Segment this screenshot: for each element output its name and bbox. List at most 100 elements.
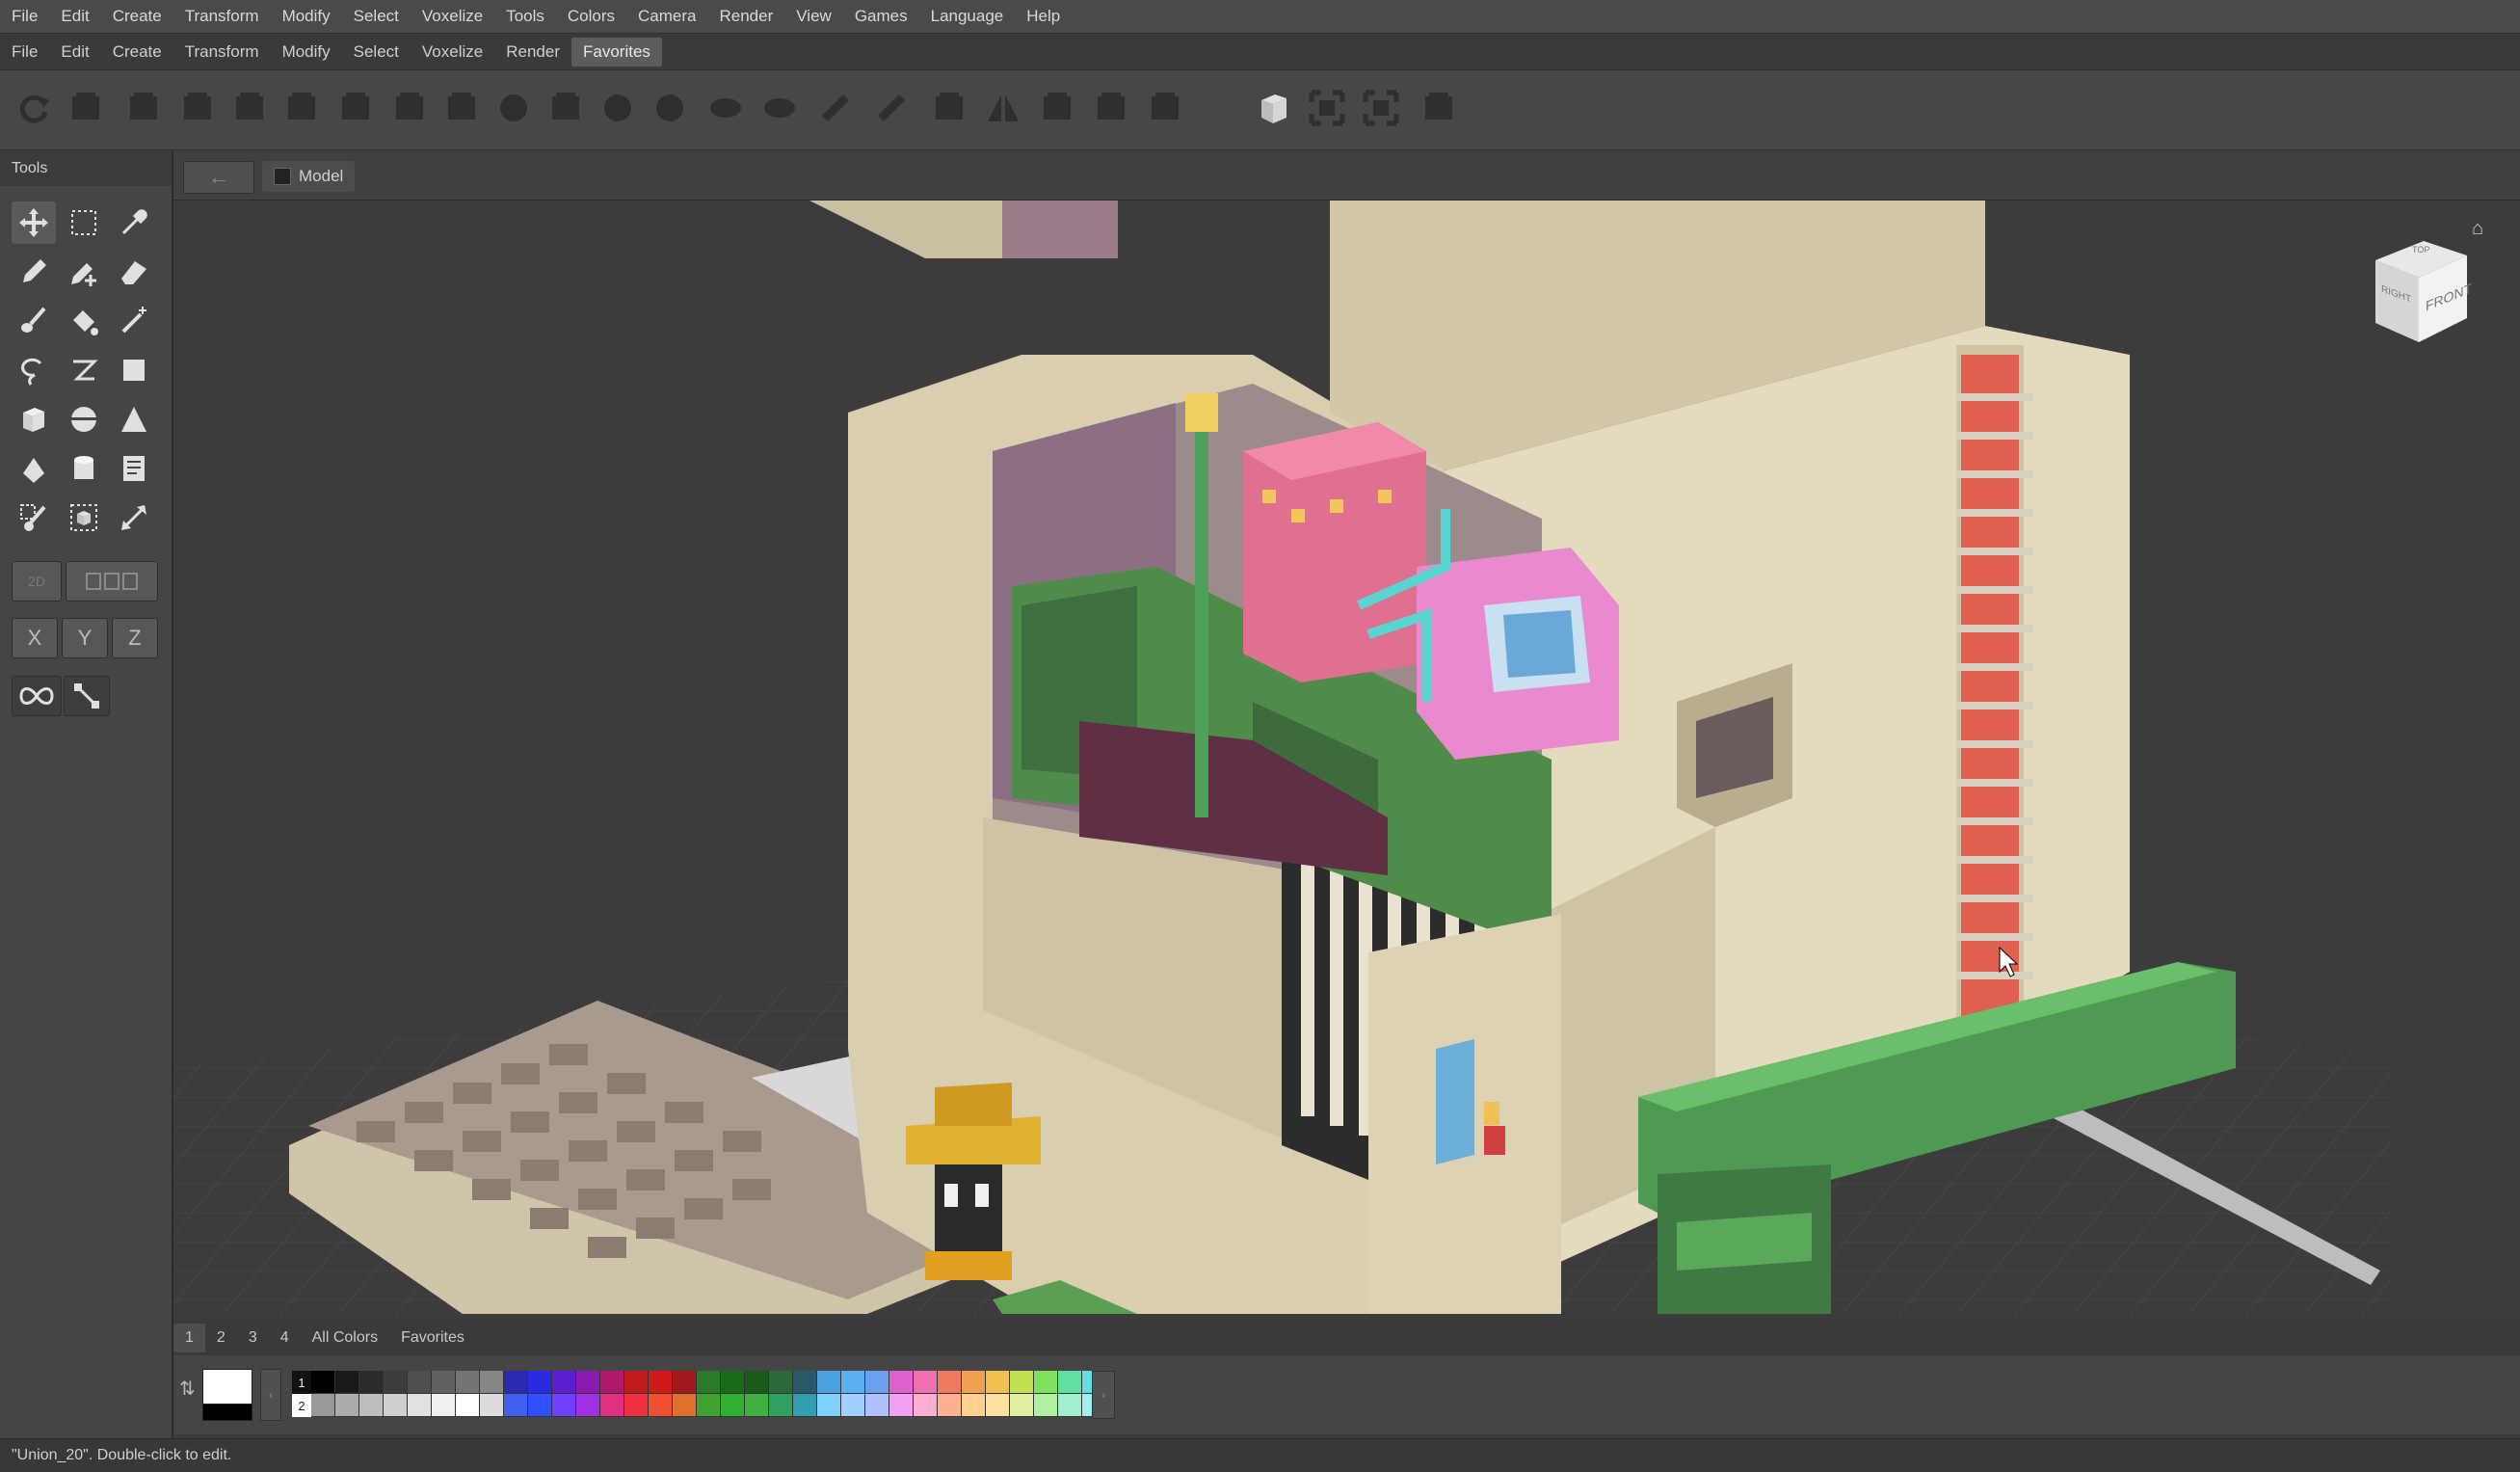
- expand-icon[interactable]: [1361, 88, 1401, 128]
- palette-swatch[interactable]: [408, 1394, 432, 1417]
- sphere-icon[interactable]: [62, 398, 106, 441]
- polyline-icon[interactable]: [62, 349, 106, 391]
- palette-swatch[interactable]: [528, 1394, 552, 1417]
- menu-language[interactable]: Language: [919, 0, 1016, 33]
- palette-swatch[interactable]: [889, 1394, 914, 1417]
- scale-arrows-icon[interactable]: [112, 496, 156, 539]
- rectangle-icon[interactable]: [112, 349, 156, 391]
- palette-swatch[interactable]: [1010, 1394, 1034, 1417]
- infinity-toggle-button[interactable]: [12, 676, 62, 716]
- view-navigation-cube[interactable]: TOP RIGHT FRONT: [2356, 222, 2491, 357]
- palette-swatch[interactable]: [865, 1371, 889, 1394]
- paint-bucket-icon[interactable]: [62, 300, 106, 342]
- fit-icon[interactable]: [1307, 88, 1347, 128]
- palette-tab-4[interactable]: 4: [269, 1324, 301, 1352]
- palette-swatch[interactable]: [649, 1394, 673, 1417]
- favorites-menu-render[interactable]: Render: [494, 38, 571, 67]
- menu-colors[interactable]: Colors: [556, 0, 626, 33]
- tab-model[interactable]: Model: [262, 161, 356, 192]
- palette-swatch[interactable]: [1034, 1371, 1058, 1394]
- palette-swatch[interactable]: [673, 1394, 697, 1417]
- box-select-icon[interactable]: [62, 496, 106, 539]
- paint-brush-icon[interactable]: [12, 300, 56, 342]
- palette-swatch[interactable]: [793, 1394, 817, 1417]
- palette-swatch[interactable]: [673, 1371, 697, 1394]
- favorites-menu-select[interactable]: Select: [342, 38, 411, 67]
- palette-swatch[interactable]: [504, 1371, 528, 1394]
- ellipse-1-icon[interactable]: [705, 88, 746, 128]
- square-icon[interactable]: [929, 88, 969, 128]
- palette-swatch[interactable]: [335, 1371, 359, 1394]
- back-button[interactable]: ←: [183, 161, 254, 194]
- split-icon[interactable]: [1091, 88, 1131, 128]
- home-view-icon[interactable]: ⌂: [2472, 218, 2495, 241]
- palette-swatch[interactable]: [624, 1371, 649, 1394]
- palette-swatch[interactable]: [865, 1394, 889, 1417]
- menu-file[interactable]: File: [0, 0, 49, 33]
- palette-swatch[interactable]: [528, 1371, 552, 1394]
- palette-tab-all-colors[interactable]: All Colors: [301, 1324, 389, 1352]
- palette-swatch[interactable]: [721, 1394, 745, 1417]
- favorites-menu-create[interactable]: Create: [101, 38, 173, 67]
- box-3d-icon[interactable]: [1253, 88, 1293, 128]
- eyedropper-icon[interactable]: [112, 201, 156, 244]
- palette-swatch[interactable]: [480, 1394, 504, 1417]
- lasso-icon[interactable]: [12, 349, 56, 391]
- palette-swatch[interactable]: [889, 1371, 914, 1394]
- palette-swatch[interactable]: [456, 1394, 480, 1417]
- align-2-icon[interactable]: [229, 88, 270, 128]
- menu-games[interactable]: Games: [843, 0, 919, 33]
- favorites-menu-modify[interactable]: Modify: [271, 38, 342, 67]
- palette-swatch[interactable]: [914, 1394, 938, 1417]
- palette-swatch[interactable]: [1010, 1371, 1034, 1394]
- primary-color-swatch[interactable]: [202, 1369, 252, 1405]
- menu-modify[interactable]: Modify: [271, 0, 342, 33]
- stack-icon[interactable]: [1037, 88, 1077, 128]
- cube-icon[interactable]: [12, 398, 56, 441]
- palette-swatch[interactable]: [938, 1371, 962, 1394]
- palette-swatch[interactable]: [432, 1371, 456, 1394]
- palette-swatch[interactable]: [552, 1394, 576, 1417]
- palette-swatch[interactable]: [600, 1371, 624, 1394]
- palette-swatch[interactable]: [745, 1371, 769, 1394]
- brush-select-icon[interactable]: [12, 496, 56, 539]
- palette-swatch[interactable]: [576, 1394, 600, 1417]
- palette-swatch[interactable]: [769, 1371, 793, 1394]
- menu-camera[interactable]: Camera: [626, 0, 707, 33]
- favorites-menu-favorites[interactable]: Favorites: [570, 38, 662, 67]
- circle-3-icon[interactable]: [650, 88, 690, 128]
- palette-swatch[interactable]: [721, 1371, 745, 1394]
- palette-swatch[interactable]: [841, 1371, 865, 1394]
- palette-swatch[interactable]: [769, 1394, 793, 1417]
- frame-icon[interactable]: [123, 88, 164, 128]
- menu-transform[interactable]: Transform: [173, 0, 271, 33]
- palette-swatch[interactable]: [1058, 1394, 1082, 1417]
- palette-swatch[interactable]: [817, 1394, 841, 1417]
- palette-swatch[interactable]: [697, 1394, 721, 1417]
- palette-swatch[interactable]: [793, 1371, 817, 1394]
- palette-swatch[interactable]: [408, 1371, 432, 1394]
- palette-swatch[interactable]: [986, 1371, 1010, 1394]
- palette-swatch[interactable]: [552, 1371, 576, 1394]
- palette-swatch[interactable]: [432, 1394, 456, 1417]
- paste-1-icon[interactable]: [335, 88, 376, 128]
- marquee-select-icon[interactable]: [62, 201, 106, 244]
- menu-view[interactable]: View: [784, 0, 843, 33]
- combine-icon[interactable]: [545, 88, 586, 128]
- palette-tab-2[interactable]: 2: [205, 1324, 237, 1352]
- palette-swatch[interactable]: [962, 1371, 986, 1394]
- eraser-icon[interactable]: [112, 251, 156, 293]
- circle-2-icon[interactable]: [597, 88, 638, 128]
- ruler-icon[interactable]: [871, 88, 912, 128]
- palette-swatch[interactable]: [986, 1394, 1010, 1417]
- palette-scroll-left[interactable]: ‹: [260, 1369, 281, 1421]
- paste-2-icon[interactable]: [389, 88, 430, 128]
- favorites-menu-transform[interactable]: Transform: [173, 38, 271, 67]
- align-3-icon[interactable]: [281, 88, 322, 128]
- palette-swatch[interactable]: [1058, 1371, 1082, 1394]
- connect-toggle-button[interactable]: [64, 676, 110, 716]
- palette-swatch[interactable]: [480, 1371, 504, 1394]
- triangle-icon[interactable]: [12, 447, 56, 490]
- palette-swatch[interactable]: [311, 1394, 335, 1417]
- palette-swatch[interactable]: [697, 1371, 721, 1394]
